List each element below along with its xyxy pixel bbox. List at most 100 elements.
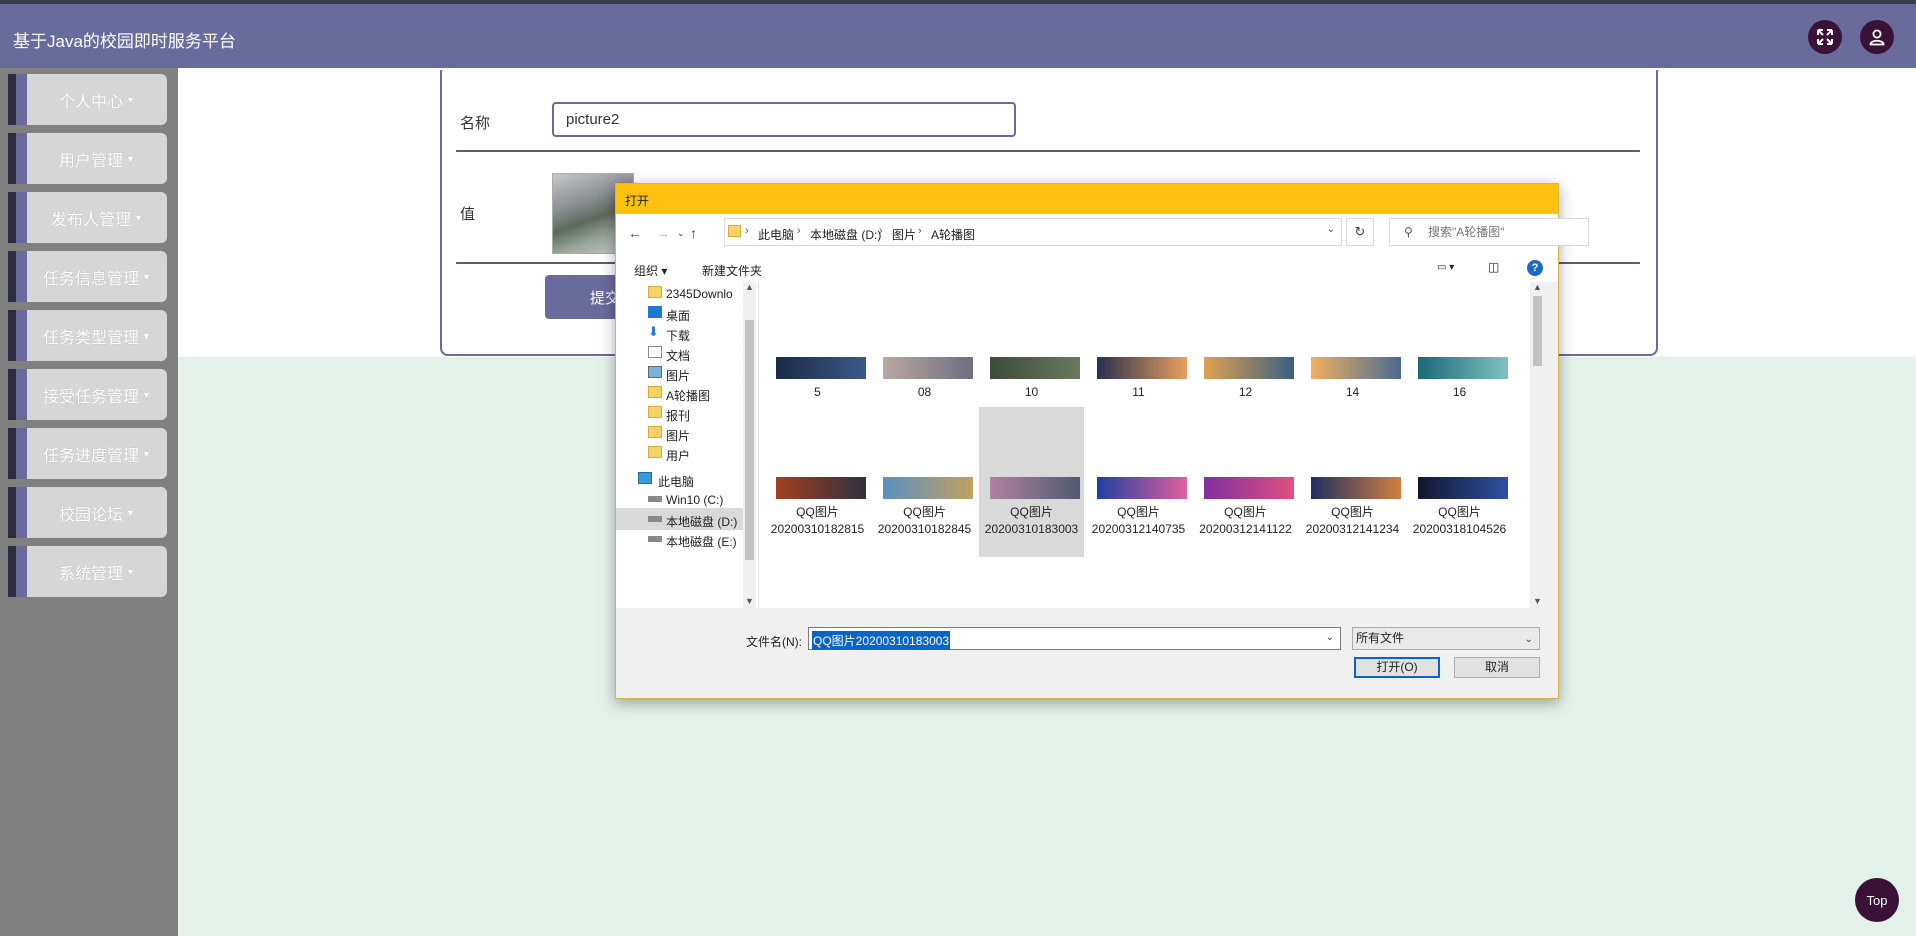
folder-icon: [728, 225, 741, 237]
sidebar-accent: [8, 310, 16, 361]
scroll-down-icon[interactable]: ▼: [745, 596, 754, 606]
search-icon: ⚲: [1404, 225, 1413, 239]
nav-item[interactable]: 图片: [616, 422, 756, 444]
refresh-icon[interactable]: ↻: [1346, 218, 1374, 246]
recent-chevron-icon[interactable]: ⌄: [677, 228, 685, 239]
back-to-top-button[interactable]: Top: [1855, 878, 1899, 922]
back-arrow-icon[interactable]: ←: [628, 225, 642, 241]
nav-item[interactable]: ⬇下载📌: [616, 322, 756, 344]
file-item[interactable]: 10: [979, 282, 1084, 402]
sidebar-accent: [16, 310, 27, 361]
breadcrumb-item[interactable]: 图片: [892, 226, 916, 243]
file-item[interactable]: QQ图片20200310182845: [872, 407, 977, 557]
file-item[interactable]: 16: [1407, 282, 1512, 402]
help-icon[interactable]: ?: [1527, 260, 1543, 276]
file-name: 16: [1452, 385, 1467, 399]
breadcrumb-chevron-icon: ›: [745, 225, 749, 237]
drive-icon: [648, 516, 662, 522]
drive-icon: [648, 496, 662, 502]
breadcrumb-item[interactable]: 本地磁盘 (D:): [810, 226, 881, 243]
sidebar-item[interactable]: 任务类型管理 ▼: [8, 310, 167, 361]
new-folder-button[interactable]: 新建文件夹: [702, 262, 762, 279]
nav-item[interactable]: 报刊: [616, 402, 756, 424]
file-scrollbar[interactable]: ▲ ▼: [1530, 282, 1544, 608]
nav-item[interactable]: 2345Downlo📌: [616, 282, 756, 304]
scrollbar-thumb[interactable]: [745, 320, 754, 560]
scroll-up-icon[interactable]: ▲: [1533, 282, 1542, 292]
nav-item[interactable]: A轮播图: [616, 382, 756, 404]
organize-menu[interactable]: 组织 ▾: [634, 262, 667, 279]
file-name: QQ图片20200312141122: [1199, 505, 1292, 536]
file-item[interactable]: QQ图片20200310183003: [979, 407, 1084, 557]
scrollbar-thumb[interactable]: [1533, 296, 1542, 366]
file-name: QQ图片20200312141234: [1305, 505, 1400, 536]
sidebar-accent: [16, 251, 27, 302]
file-item[interactable]: QQ图片20200318104526: [1407, 407, 1512, 557]
sidebar-item[interactable]: 用户管理 ▼: [8, 133, 167, 184]
nav-item[interactable]: 用户: [616, 442, 756, 464]
file-item[interactable]: QQ图片20200312140735: [1086, 407, 1191, 557]
expand-icon: [1817, 29, 1833, 45]
sidebar-item-label: 个人中心 ▼: [27, 74, 167, 125]
sidebar-item[interactable]: 校园论坛 ▼: [8, 487, 167, 538]
breadcrumb-item[interactable]: 此电脑: [758, 226, 794, 243]
user-icon: [1869, 29, 1885, 46]
preview-pane-icon[interactable]: ◫: [1488, 260, 1499, 274]
sidebar-item-text: 校园论坛: [59, 506, 124, 524]
nav-item[interactable]: Win10 (C:): [616, 488, 756, 510]
file-name: 5: [814, 385, 821, 399]
fullscreen-button[interactable]: [1808, 20, 1842, 54]
folder-icon: [648, 406, 662, 418]
nav-item[interactable]: 图片📌: [616, 362, 756, 384]
cancel-button[interactable]: 取消: [1454, 657, 1540, 678]
sidebar-item[interactable]: 系统管理 ▼: [8, 546, 167, 597]
sidebar-item-text: 用户管理: [59, 152, 124, 170]
user-button[interactable]: [1860, 20, 1894, 54]
open-button[interactable]: 打开(O): [1354, 657, 1440, 678]
filetype-select[interactable]: 所有文件 ⌄: [1352, 627, 1540, 650]
nav-item[interactable]: 桌面📌: [616, 302, 756, 324]
sidebar-item-label: 系统管理 ▼: [27, 546, 167, 597]
file-item[interactable]: QQ图片20200312141234: [1300, 407, 1405, 557]
forward-arrow-icon[interactable]: →: [656, 225, 670, 241]
app-title: 基于Java的校园即时服务平台: [13, 32, 236, 51]
nav-item[interactable]: 此电脑: [616, 468, 756, 490]
nav-scrollbar[interactable]: ▲ ▼: [743, 282, 756, 608]
sidebar-accent: [16, 428, 27, 479]
file-item[interactable]: QQ图片20200312141122: [1193, 407, 1298, 557]
nav-item[interactable]: 本地磁盘 (E:): [616, 528, 756, 550]
name-input[interactable]: picture2: [552, 102, 1016, 137]
sidebar-accent: [8, 369, 16, 420]
address-bar[interactable]: › 此电脑 › 本地磁盘 (D:) › 图片 › A轮播图 ⌄: [724, 218, 1342, 246]
organize-label: 组织: [634, 264, 659, 278]
filetype-value: 所有文件: [1356, 631, 1405, 645]
sidebar-item[interactable]: 发布人管理 ▼: [8, 192, 167, 243]
sidebar-item[interactable]: 接受任务管理 ▼: [8, 369, 167, 420]
sidebar-accent: [16, 74, 27, 125]
file-item[interactable]: QQ图片20200310182815: [765, 407, 870, 557]
file-thumbnail: [1097, 477, 1187, 499]
file-item[interactable]: 5: [765, 282, 870, 402]
search-input[interactable]: ⚲ 搜索"A轮播图": [1389, 218, 1589, 246]
sidebar-item-text: 接受任务管理: [43, 388, 140, 406]
breadcrumb-item[interactable]: A轮播图: [931, 226, 975, 243]
file-item[interactable]: 14: [1300, 282, 1405, 402]
nav-item[interactable]: 文档📌: [616, 342, 756, 364]
file-item[interactable]: 12: [1193, 282, 1298, 402]
nav-item[interactable]: 本地磁盘 (D:): [616, 508, 756, 530]
sidebar-accent: [8, 133, 16, 184]
breadcrumb-chevron-icon: ›: [879, 225, 883, 237]
sidebar-item[interactable]: 个人中心 ▼: [8, 74, 167, 125]
up-arrow-icon[interactable]: ↑: [690, 225, 697, 241]
scroll-down-icon[interactable]: ▼: [1533, 596, 1542, 606]
scroll-up-icon[interactable]: ▲: [745, 282, 754, 292]
filename-dropdown-icon[interactable]: ⌄: [1326, 632, 1334, 643]
address-dropdown-icon[interactable]: ⌄: [1327, 224, 1335, 235]
sidebar-item[interactable]: 任务进度管理 ▼: [8, 428, 167, 479]
view-options-icon[interactable]: ▭ ▾: [1437, 262, 1454, 273]
sidebar-item[interactable]: 任务信息管理 ▼: [8, 251, 167, 302]
file-item[interactable]: 11: [1086, 282, 1191, 402]
caret-down-icon: ▼: [126, 566, 135, 577]
file-item[interactable]: 08: [872, 282, 977, 402]
filename-input[interactable]: QQ图片20200310183003 ⌄: [808, 627, 1341, 650]
